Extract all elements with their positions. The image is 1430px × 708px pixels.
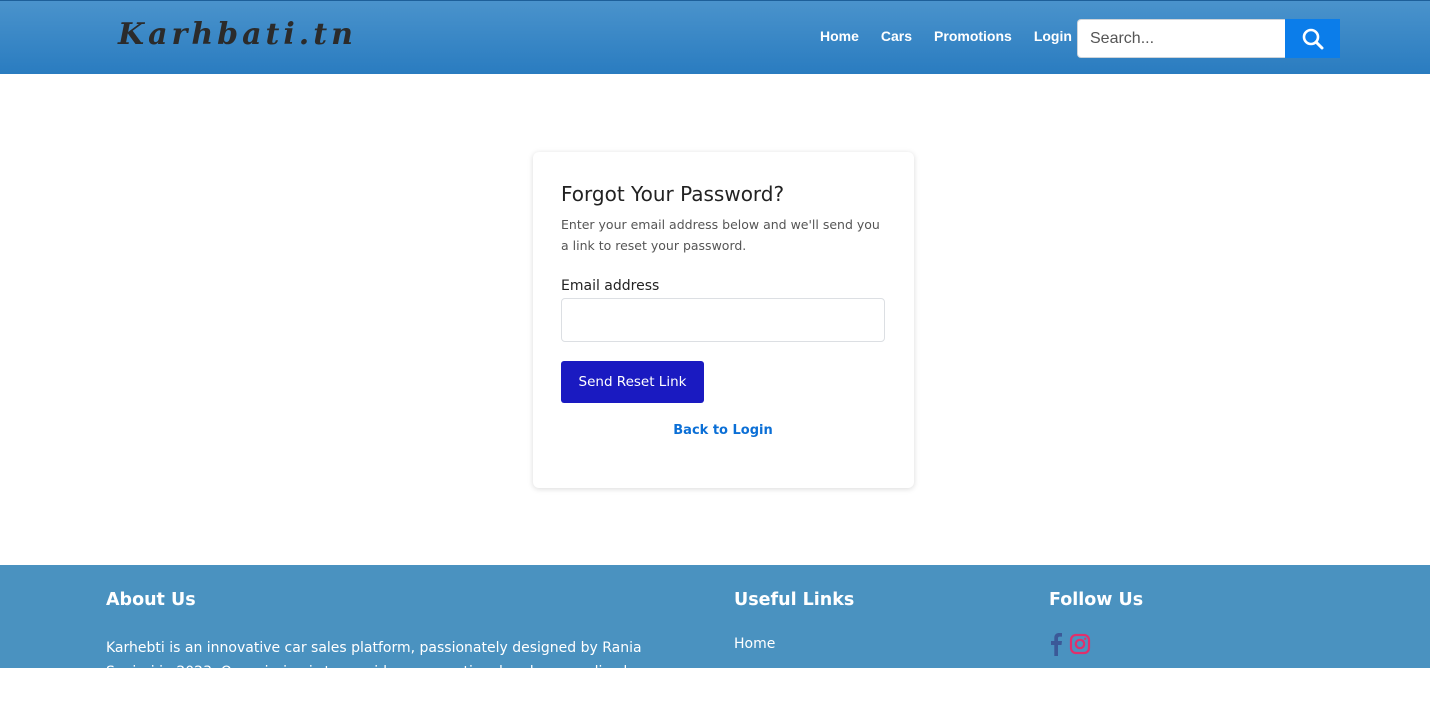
social-icons xyxy=(1049,632,1143,656)
nav-link-home[interactable]: Home xyxy=(820,28,859,44)
about-text: Karhebti is an innovative car sales plat… xyxy=(106,640,654,704)
follow-us-heading: Follow Us xyxy=(1049,590,1144,610)
footer: About Us Karhebti is an innovative car s… xyxy=(0,565,1430,704)
footer-links: Useful Links Home xyxy=(734,590,854,652)
forgot-password-card: Forgot Your Password? Enter your email a… xyxy=(533,152,914,488)
send-reset-link-button[interactable]: Send Reset Link xyxy=(561,361,704,403)
search-button[interactable] xyxy=(1285,19,1340,58)
page-title: Forgot Your Password? xyxy=(561,182,785,206)
footer-about: About Us Karhebti is an innovative car s… xyxy=(106,590,686,708)
site-logo[interactable]: Karhbati.tn xyxy=(118,17,357,52)
useful-links-heading: Useful Links xyxy=(734,590,855,610)
card-description: Enter your email address below and we'll… xyxy=(561,217,880,253)
nav-link-login[interactable]: Login xyxy=(1034,28,1072,44)
search-input[interactable] xyxy=(1077,19,1285,58)
footer-link-home[interactable]: Home xyxy=(734,636,854,652)
back-to-login-link[interactable]: Back to Login xyxy=(561,423,885,438)
email-field[interactable] xyxy=(561,298,885,342)
search-bar xyxy=(1077,19,1340,58)
instagram-icon[interactable] xyxy=(1069,633,1091,655)
search-icon xyxy=(1302,28,1323,49)
nav-links: Home Cars Promotions Login xyxy=(820,28,1094,44)
nav-link-promotions[interactable]: Promotions xyxy=(934,28,1012,44)
about-heading: About Us xyxy=(106,590,196,610)
top-navbar: Karhbati.tn Home Cars Promotions Login xyxy=(0,0,1430,74)
nav-link-cars[interactable]: Cars xyxy=(881,28,912,44)
email-label: Email address xyxy=(561,278,660,294)
facebook-icon[interactable] xyxy=(1049,632,1063,656)
footer-follow: Follow Us xyxy=(1049,590,1143,656)
